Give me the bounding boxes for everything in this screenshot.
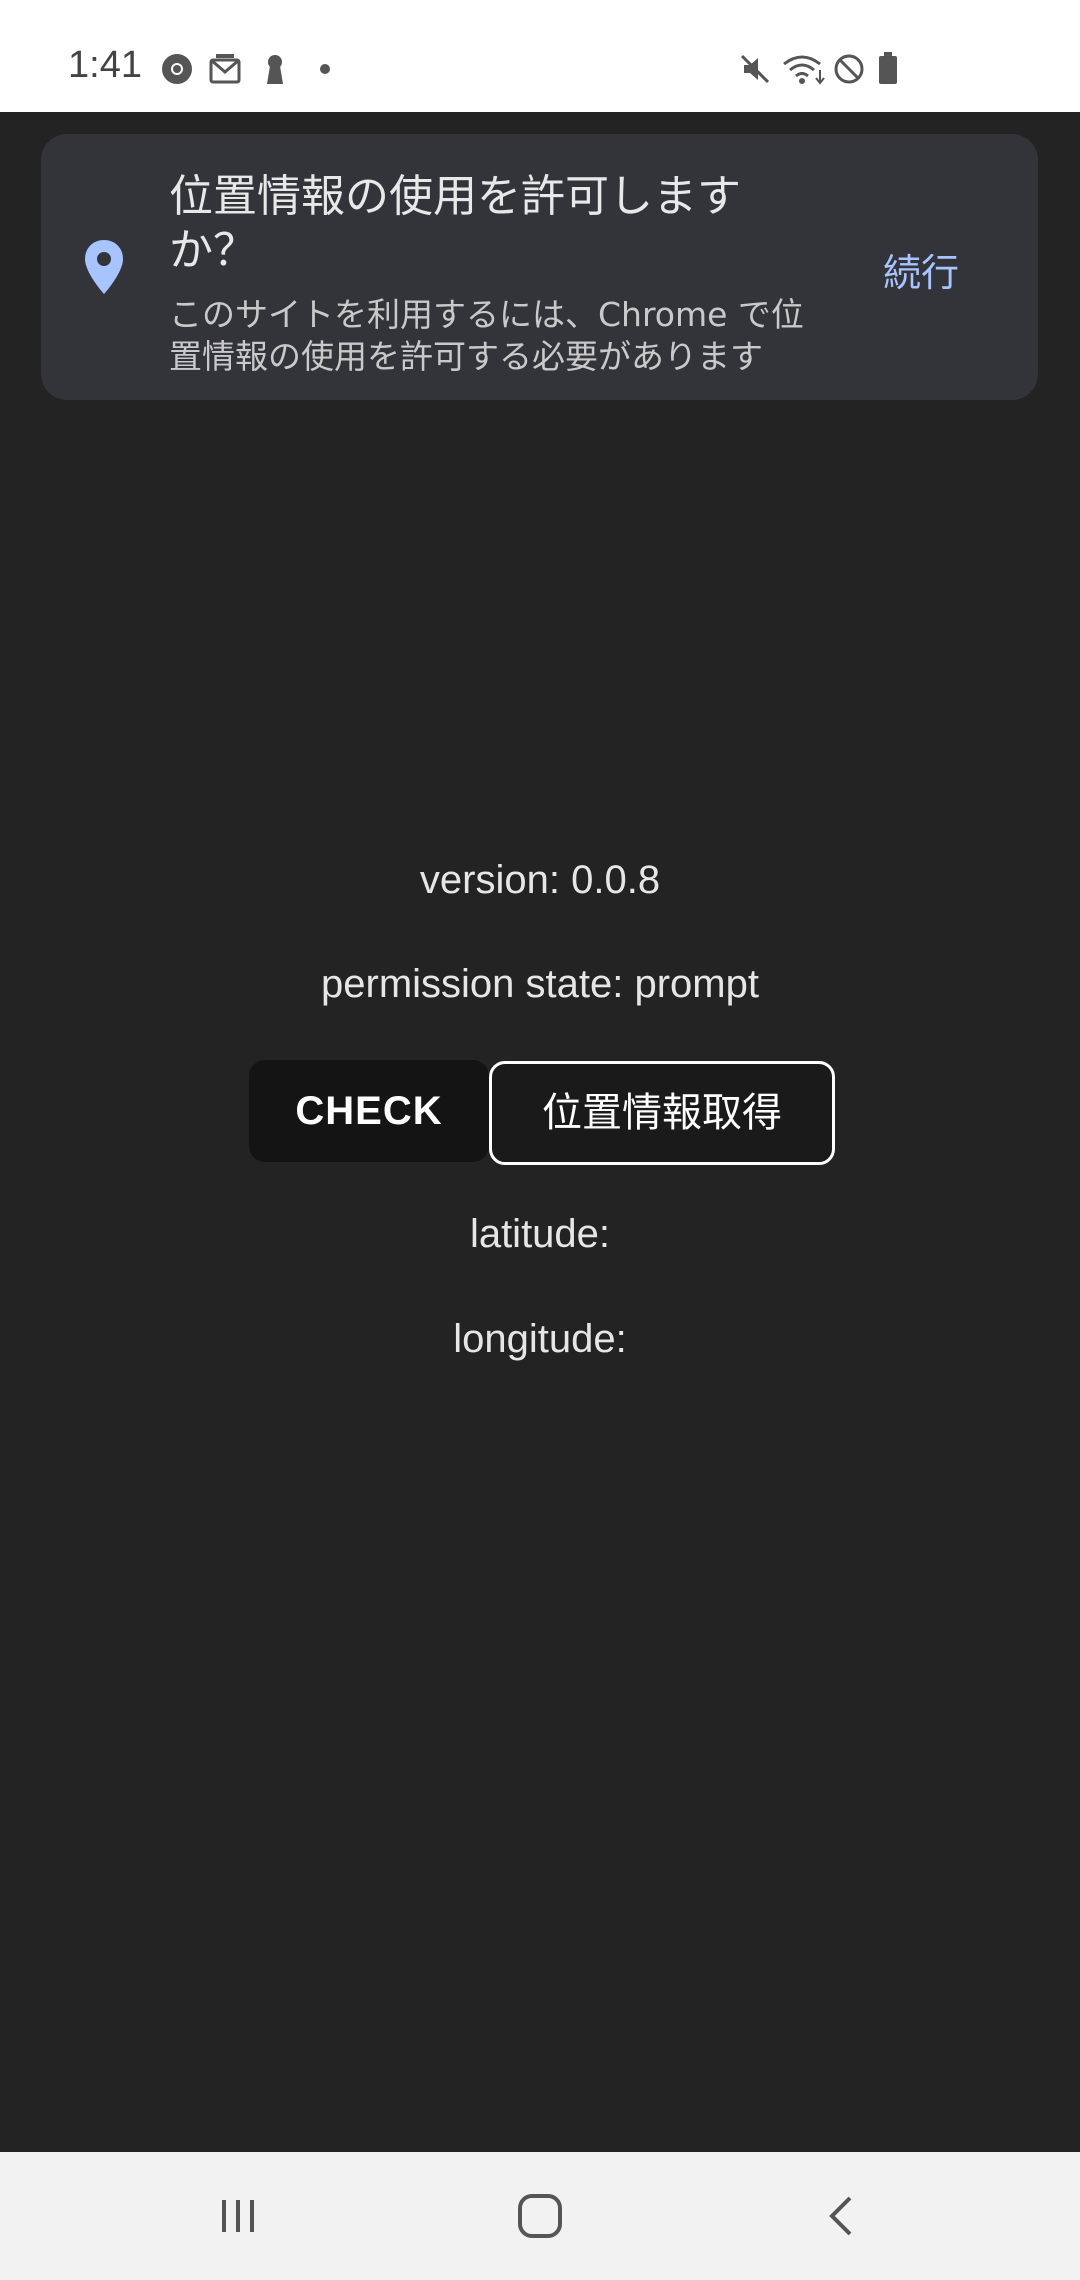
permission-state-text: permission state: prompt [321,962,759,1006]
status-time: 1:41 [68,44,142,86]
prompt-title: 位置情報の使用を許可しますか？ [169,171,741,276]
cast-icon [209,54,241,84]
continue-button[interactable]: 続行 [883,242,959,297]
back-icon[interactable] [806,2180,878,2252]
location-permission-prompt: 位置情報の使用を許可しますか？ このサイトを利用するには、Chrome で位置情… [41,134,1038,400]
longitude-label: longitude: [453,1317,627,1361]
chrome-icon [162,54,192,84]
dot-icon [320,64,330,74]
battery-icon [879,52,897,84]
home-icon[interactable] [504,2180,576,2252]
get-location-button[interactable]: 位置情報取得 [489,1061,835,1165]
location-pin-icon [85,240,123,294]
dnd-icon [834,54,864,84]
prompt-description: このサイトを利用するには、Chrome で位置情報の使用を許可する必要があります [169,295,804,376]
mute-icon [740,54,770,84]
navigation-bar [0,2152,1080,2280]
keyhole-icon [267,55,283,84]
latitude-label: latitude: [469,1212,611,1256]
web-content: 位置情報の使用を許可しますか？ このサイトを利用するには、Chrome で位置情… [0,112,1080,2152]
wifi-icon [783,55,825,85]
version-text: version: 0.0.8 [419,858,661,902]
recents-icon[interactable] [202,2180,274,2252]
check-button[interactable]: CHECK [249,1060,489,1162]
status-bar: 1:41 [0,0,1080,112]
